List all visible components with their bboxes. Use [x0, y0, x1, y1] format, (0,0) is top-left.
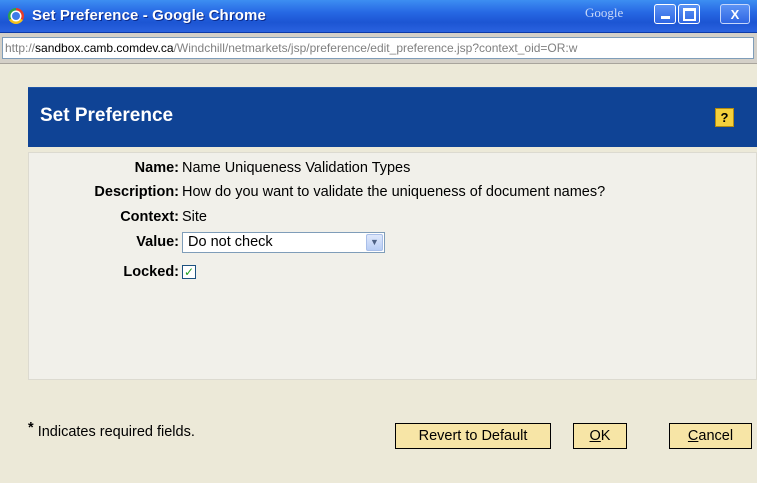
page-title: Set Preference: [40, 105, 174, 126]
locked-label: Locked:: [123, 264, 179, 280]
value-selected-text: Do not check: [188, 234, 273, 250]
name-value: Name Uniqueness Validation Types: [182, 160, 411, 176]
close-icon: X: [730, 7, 740, 22]
url-host: sandbox.camb.comdev.ca: [35, 41, 174, 55]
maximize-icon: [682, 8, 696, 21]
url-field[interactable]: http://sandbox.camb.comdev.ca/Windchill/…: [2, 37, 754, 59]
value-label: Value:: [136, 234, 179, 250]
cancel-rest: ancel: [698, 428, 734, 444]
description-value: How do you want to validate the uniquene…: [182, 184, 606, 200]
minimize-button[interactable]: [654, 4, 676, 24]
description-label: Description:: [94, 184, 179, 200]
close-button[interactable]: X: [720, 4, 750, 24]
chevron-down-icon[interactable]: ▼: [366, 234, 383, 251]
required-star: *: [28, 420, 34, 436]
required-note-text: Indicates required fields.: [37, 424, 195, 440]
url-path: /Windchill/netmarkets/jsp/preference/edi…: [173, 41, 578, 55]
locked-checkbox[interactable]: ✓: [182, 265, 196, 279]
revert-to-default-button[interactable]: Revert to Default: [395, 423, 551, 449]
help-icon[interactable]: ?: [715, 108, 734, 127]
url-prefix: http://: [5, 41, 36, 55]
value-select[interactable]: Do not check ▼: [182, 232, 385, 253]
google-label: Google: [585, 5, 624, 20]
window-title: Set Preference - Google Chrome: [32, 7, 266, 24]
context-value: Site: [182, 209, 207, 225]
maximize-button[interactable]: [678, 4, 700, 24]
page-content: Set Preference ? Name: Name Uniqueness V…: [0, 64, 757, 483]
name-label: Name:: [134, 160, 179, 176]
checkmark-icon: ✓: [183, 265, 195, 279]
ok-rest: K: [600, 428, 611, 444]
preference-form: Name: Name Uniqueness Validation Types D…: [28, 152, 757, 380]
title-bar[interactable]: Set Preference - Google Chrome Google X: [0, 0, 757, 33]
cancel-button[interactable]: Cancel: [669, 423, 752, 449]
minimize-icon: [660, 16, 670, 19]
ok-mnemonic: O: [589, 428, 601, 444]
cancel-mnemonic: C: [687, 428, 699, 444]
page-header: Set Preference ?: [28, 87, 757, 147]
required-fields-note: * Indicates required fields.: [28, 420, 195, 440]
ok-button[interactable]: OK: [573, 423, 627, 449]
url-bar: http://sandbox.camb.comdev.ca/Windchill/…: [0, 33, 757, 64]
browser-window: Set Preference - Google Chrome Google X …: [0, 0, 757, 483]
context-label: Context:: [120, 209, 179, 225]
chrome-logo-icon: [8, 8, 24, 24]
